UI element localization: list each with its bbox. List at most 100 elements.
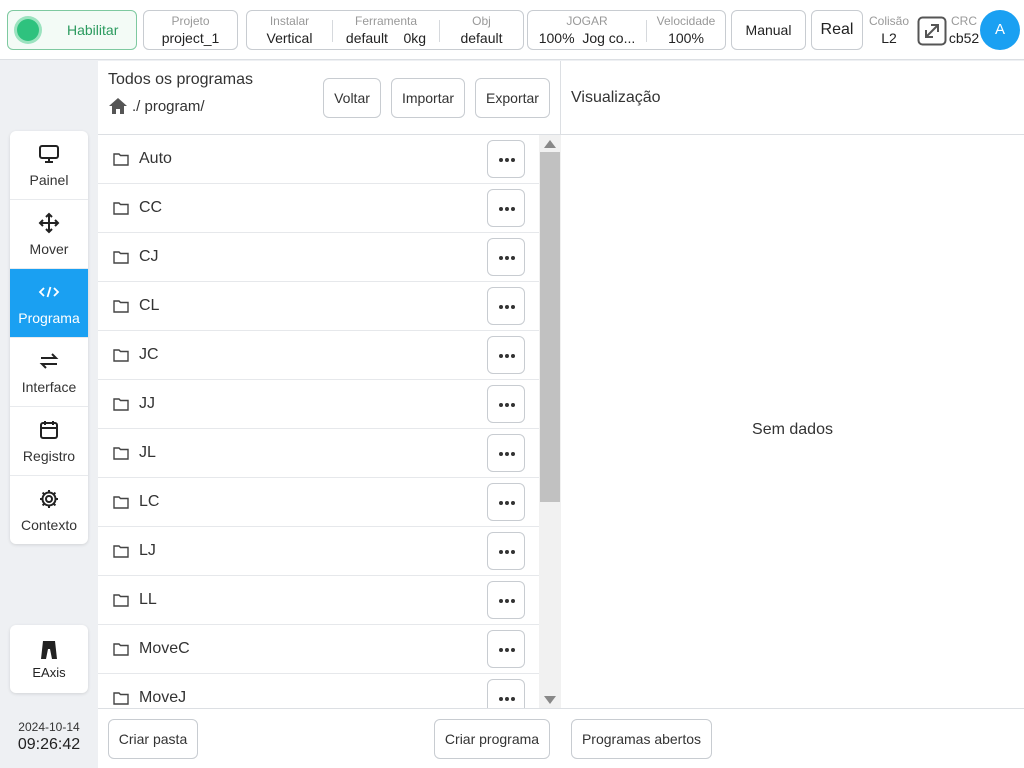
more-options-button[interactable] (487, 483, 525, 521)
crc-value: cb52 (948, 30, 980, 46)
list-item[interactable]: JJ (98, 380, 539, 429)
open-programs-button[interactable]: Programas abertos (571, 719, 712, 759)
obj-key: Obj (472, 14, 491, 28)
list-item[interactable]: LJ (98, 527, 539, 576)
export-button[interactable]: Exportar (475, 78, 550, 118)
program-name: CC (139, 199, 163, 216)
scroll-up-icon[interactable] (544, 140, 556, 148)
more-options-button[interactable] (487, 679, 525, 708)
install-field[interactable]: Instalar Vertical (247, 11, 332, 49)
more-icon (499, 599, 503, 603)
speed-field[interactable]: Velocidade 100% (647, 11, 725, 49)
fullscreen-icon[interactable] (917, 16, 947, 46)
sidebar-item-label: Programa (18, 310, 80, 326)
avatar[interactable]: A (980, 10, 1020, 50)
more-options-button[interactable] (487, 532, 525, 570)
preview-header: Visualização (561, 61, 1024, 135)
more-icon (499, 452, 503, 456)
code-icon (38, 286, 60, 298)
more-icon (499, 305, 503, 309)
list-item[interactable]: JC (98, 331, 539, 380)
list-item[interactable]: LC (98, 478, 539, 527)
program-browser-footer: Criar pasta Criar programa (98, 708, 561, 768)
folder-icon (113, 349, 129, 362)
back-button[interactable]: Voltar (323, 78, 381, 118)
folder-icon (113, 202, 129, 215)
program-name: Auto (139, 150, 172, 167)
sidebar-item-registro[interactable]: Registro (10, 407, 88, 476)
list-item[interactable]: MoveC (98, 625, 539, 674)
sidebar-item-label: Contexto (20, 517, 78, 533)
jog-speed-group[interactable]: JOGAR 100% Jog co... Velocidade 100% (527, 10, 726, 50)
more-icon (505, 501, 509, 505)
more-icon (511, 501, 515, 505)
swap-icon (39, 353, 59, 369)
obj-field[interactable]: Obj default (440, 11, 523, 49)
project-selector[interactable]: Projeto project_1 (143, 10, 238, 50)
install-tool-obj-group[interactable]: Instalar Vertical Ferramenta default 0kg… (246, 10, 524, 50)
more-options-button[interactable] (487, 287, 525, 325)
more-icon (511, 207, 515, 211)
import-button[interactable]: Importar (391, 78, 465, 118)
more-icon (499, 207, 503, 211)
more-icon (499, 501, 503, 505)
project-key: Projeto (171, 14, 210, 28)
more-icon (505, 599, 509, 603)
home-icon[interactable] (108, 97, 128, 115)
sidebar-item-contexto[interactable]: Contexto (10, 476, 88, 544)
obj-value: default (460, 30, 503, 46)
program-name: MoveC (139, 640, 190, 657)
speed-value: 100% (668, 30, 704, 46)
tool-value: default (345, 30, 388, 46)
program-name: LC (139, 493, 160, 510)
more-options-button[interactable] (487, 434, 525, 472)
more-icon (499, 158, 503, 162)
jog-field[interactable]: JOGAR 100% Jog co... (528, 11, 646, 49)
list-item[interactable]: CC (98, 184, 539, 233)
clock-date: 2024-10-14 (18, 720, 80, 734)
eaxis-button[interactable]: EAxis (10, 625, 88, 693)
more-options-button[interactable] (487, 581, 525, 619)
scrollbar[interactable] (539, 135, 561, 708)
sidebar-item-mover[interactable]: Mover (10, 200, 88, 269)
list-item[interactable]: CJ (98, 233, 539, 282)
more-options-button[interactable] (487, 630, 525, 668)
sidebar-item-interface[interactable]: Interface (10, 338, 88, 407)
more-icon (505, 354, 509, 358)
breadcrumb[interactable]: ./ program/ (108, 97, 205, 115)
collision-indicator[interactable]: Colisão L2 (868, 14, 910, 47)
create-folder-button[interactable]: Criar pasta (108, 719, 198, 759)
more-options-button[interactable] (487, 238, 525, 276)
more-options-button[interactable] (487, 189, 525, 227)
empty-state: Sem dados (752, 421, 833, 438)
move-icon (38, 212, 60, 234)
real-button[interactable]: Real (811, 10, 863, 50)
crc-indicator[interactable]: CRC cb52 (947, 15, 981, 47)
scrollbar-thumb[interactable] (540, 152, 560, 502)
list-item[interactable]: CL (98, 282, 539, 331)
folder-icon (113, 496, 129, 509)
scroll-down-icon[interactable] (544, 696, 556, 704)
more-options-button[interactable] (487, 336, 525, 374)
more-icon (499, 256, 503, 260)
list-item[interactable]: Auto (98, 135, 539, 184)
preview-footer: Programas abertos (561, 708, 1024, 768)
sidebar-nav: Painel Mover Programa Interface Registro (10, 131, 88, 544)
list-item[interactable]: LL (98, 576, 539, 625)
more-icon (499, 648, 503, 652)
program-browser: Todos os programas ./ program/ Voltar Im… (98, 61, 561, 768)
collision-key: Colisão (868, 14, 910, 28)
manual-button[interactable]: Manual (731, 10, 806, 50)
tool-field[interactable]: Ferramenta default 0kg (333, 11, 439, 49)
list-item[interactable]: MoveJ (98, 674, 539, 708)
eaxis-label: EAxis (32, 665, 66, 680)
list-item[interactable]: JL (98, 429, 539, 478)
sidebar-item-programa[interactable]: Programa (10, 269, 88, 338)
more-options-button[interactable] (487, 385, 525, 423)
more-options-button[interactable] (487, 140, 525, 178)
create-program-button[interactable]: Criar programa (434, 719, 550, 759)
more-icon (505, 305, 509, 309)
enable-button[interactable]: Habilitar (7, 10, 137, 50)
more-icon (505, 452, 509, 456)
sidebar-item-painel[interactable]: Painel (10, 131, 88, 200)
